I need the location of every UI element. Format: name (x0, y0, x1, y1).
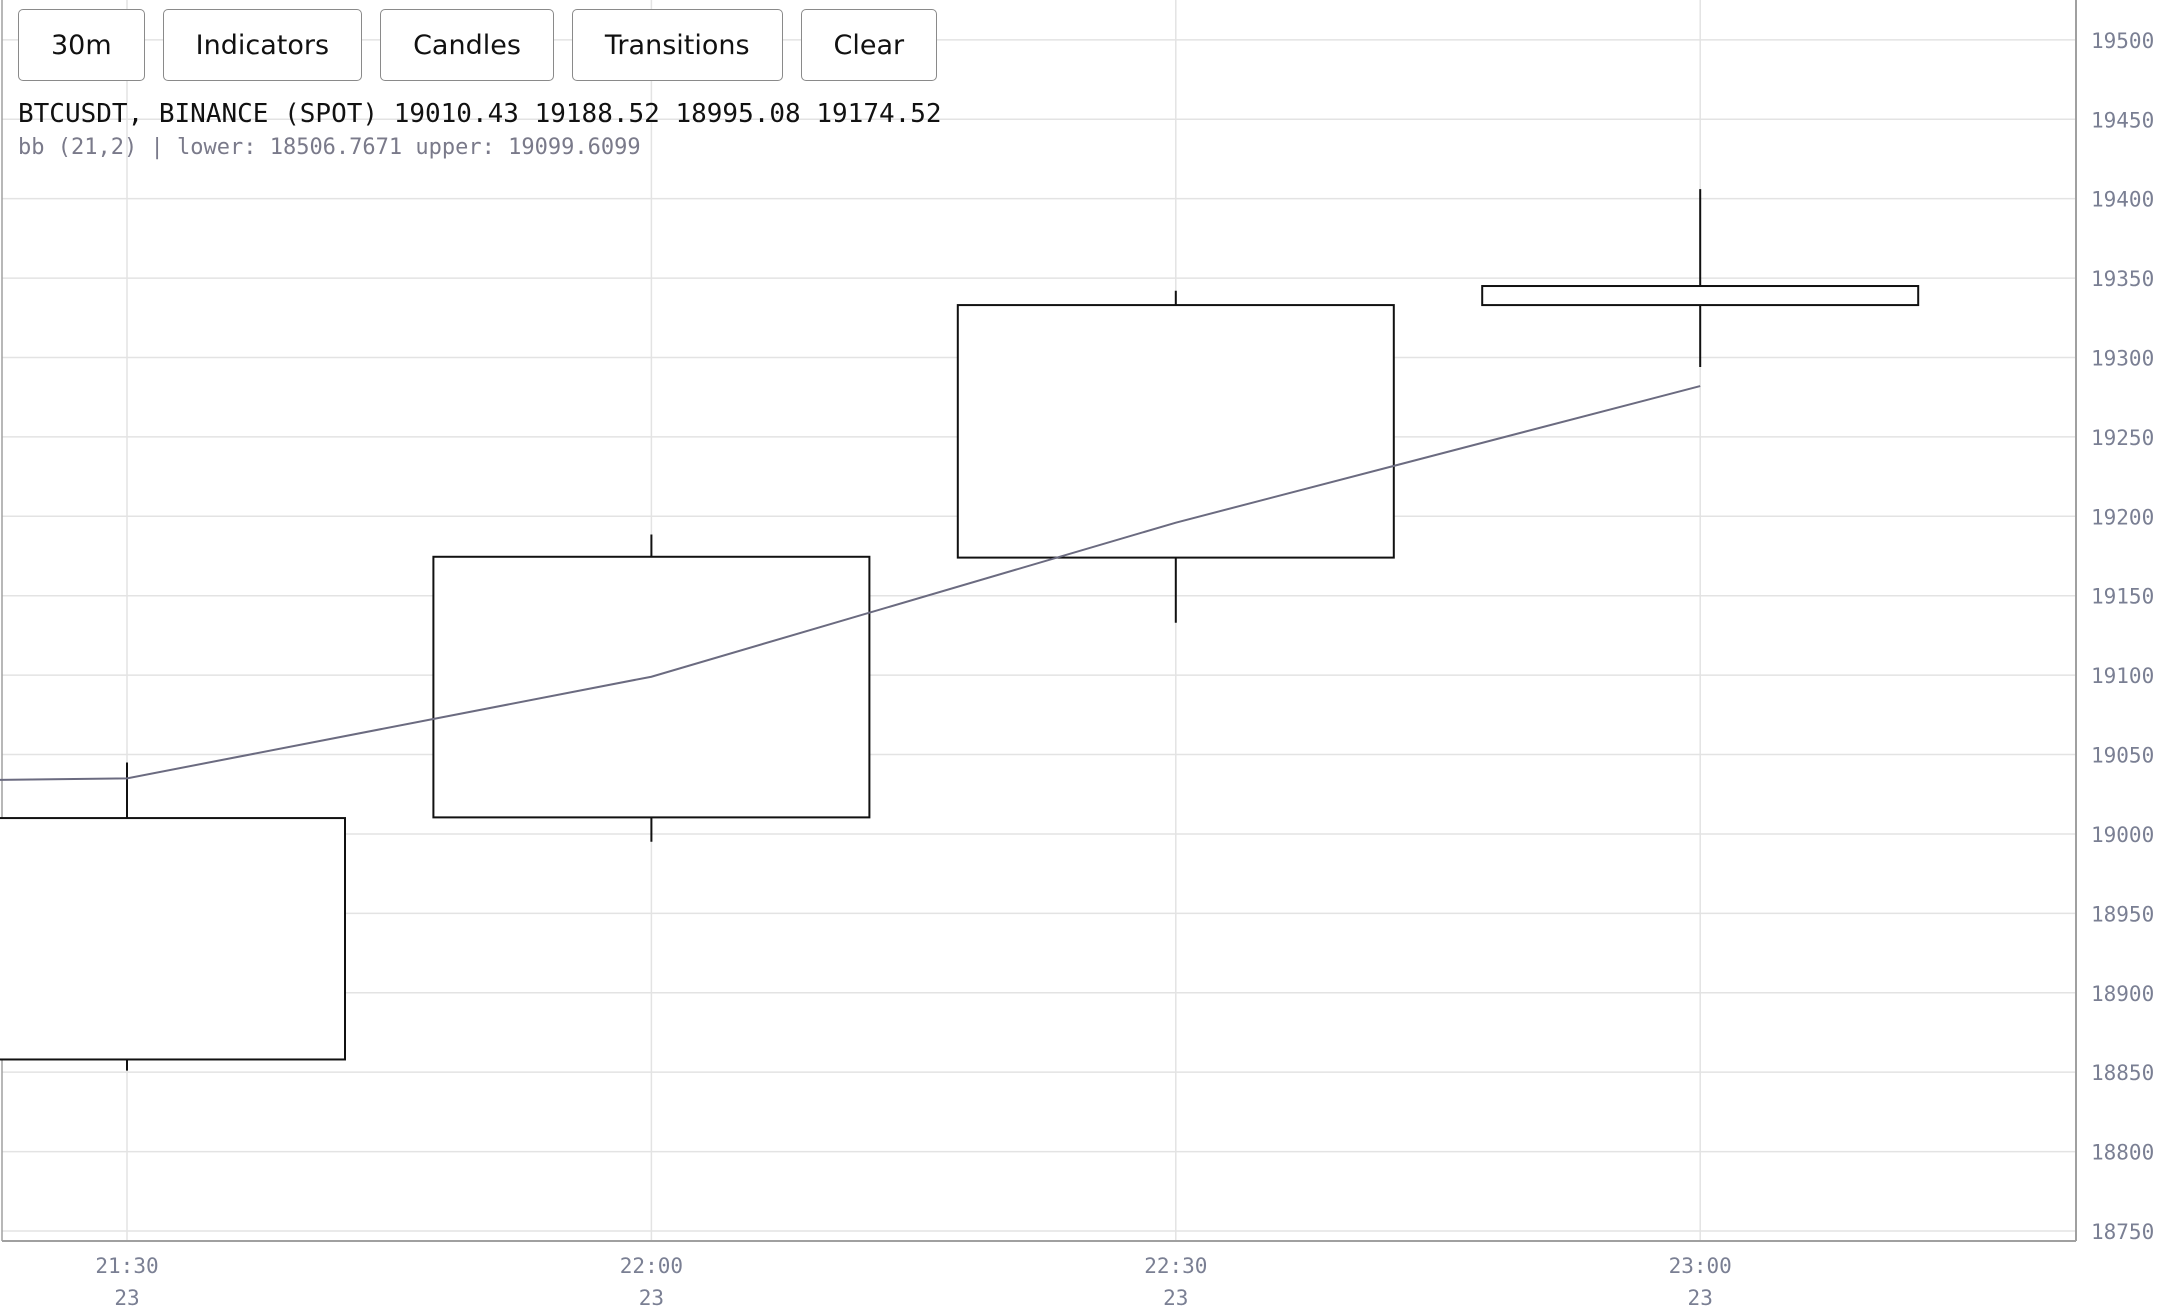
legend-high: 19188.52 (534, 99, 660, 129)
indicator-upper-value: 19099.6099 (508, 135, 641, 160)
candle-body (1481, 285, 1920, 307)
chart-legend: BTCUSDT, BINANCE (SPOT) 19010.43 19188.5… (18, 96, 942, 164)
candles-button[interactable]: Candles (380, 9, 554, 81)
x-tick-time-label: 21:30 (95, 1254, 158, 1278)
y-tick-label: 19450 (2091, 108, 2154, 132)
y-tick-label: 19500 (2091, 29, 2154, 53)
candle-body (956, 304, 1395, 559)
ohlc-legend: BTCUSDT, BINANCE (SPOT) 19010.43 19188.5… (18, 96, 942, 132)
x-tick-time-label: 22:30 (1144, 1254, 1207, 1278)
candle-body (432, 555, 871, 819)
y-tick-label: 19100 (2091, 664, 2154, 688)
legend-low: 18995.08 (675, 99, 801, 129)
y-tick-label: 19250 (2091, 426, 2154, 450)
y-tick-label: 18850 (2091, 1061, 2154, 1085)
y-tick-label: 18900 (2091, 982, 2154, 1006)
chart-root: 18750 18800 18850 18900 18950 19000 19050 19100… (0, 0, 2170, 1316)
chart-toolbar: 30m Indicators Candles Transitions Clear (18, 9, 938, 81)
transitions-button[interactable]: Transitions (571, 9, 783, 81)
y-tick-label: 18750 (2091, 1220, 2154, 1244)
x-tick-time-label: 22:00 (620, 1254, 683, 1278)
legend-open: 19010.43 (393, 99, 519, 129)
indicator-lower-value: 18506.7671 (269, 135, 403, 160)
clear-button[interactable]: Clear (800, 9, 938, 81)
interval-button[interactable]: 30m (18, 9, 145, 81)
x-tick-day-label: 23 (1688, 1286, 1713, 1310)
indicator-upper-label: upper: (415, 135, 495, 160)
y-tick-label: 19200 (2091, 505, 2154, 529)
indicators-button[interactable]: Indicators (162, 9, 363, 81)
y-tick-label: 19400 (2091, 188, 2154, 212)
x-tick-day-label: 23 (114, 1286, 139, 1310)
y-tick-label: 19150 (2091, 585, 2154, 609)
x-tick-time-label: 23:00 (1669, 1254, 1732, 1278)
x-tick-day-label: 23 (1163, 1286, 1188, 1310)
y-tick-label: 19350 (2091, 267, 2154, 291)
legend-symbol: BTCUSDT, BINANCE (SPOT) (18, 99, 379, 129)
indicator-lower-label: lower: (176, 135, 257, 160)
candle-body (0, 817, 346, 1061)
y-tick-label: 18950 (2091, 902, 2154, 926)
x-tick-day-label: 23 (639, 1286, 664, 1310)
y-tick-label: 19300 (2091, 346, 2154, 370)
candlestick-chart[interactable]: 18750 18800 18850 18900 18950 19000 19050 19100… (0, 0, 2170, 1316)
y-tick-label: 18800 (2091, 1141, 2154, 1165)
y-tick-label: 19000 (2091, 823, 2154, 847)
legend-close: 19174.52 (816, 99, 942, 129)
y-tick-label: 19050 (2091, 744, 2154, 768)
indicator-legend: bb (21,2) | lower: 18506.7671 upper: 190… (18, 135, 641, 160)
indicator-name: bb (21,2) (18, 135, 138, 160)
